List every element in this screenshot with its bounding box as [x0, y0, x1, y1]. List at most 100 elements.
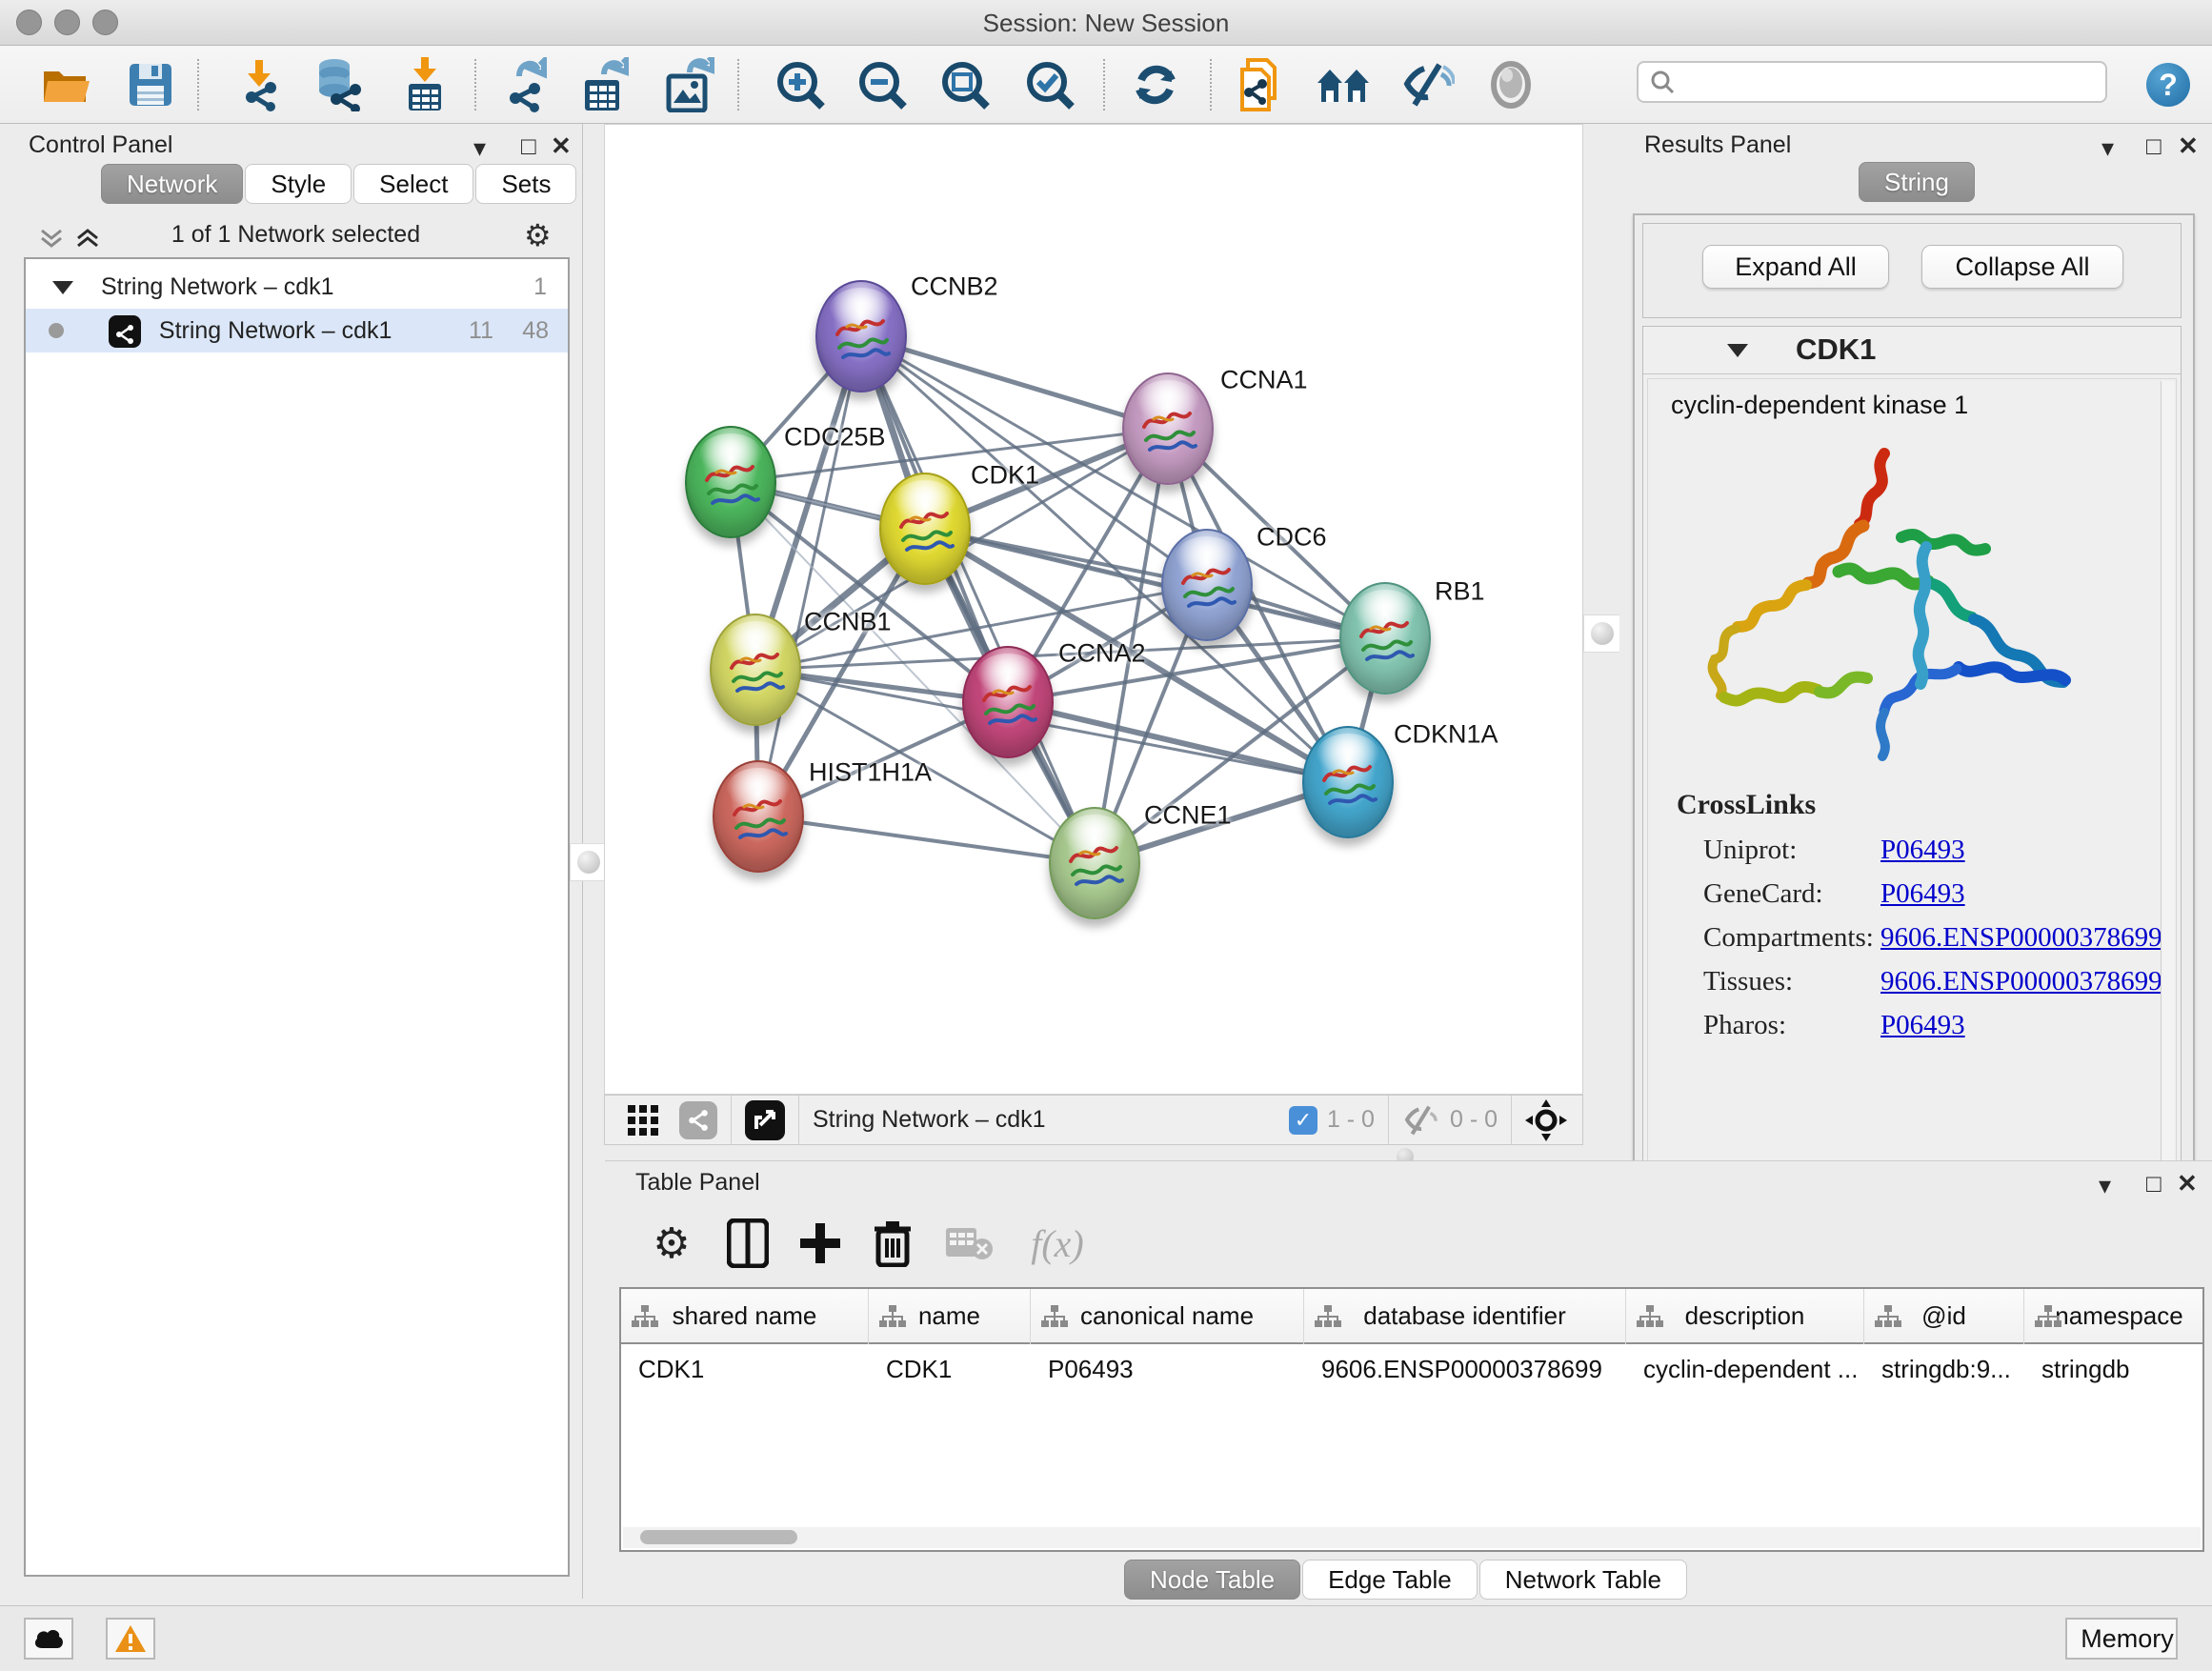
- column-header-shared-name[interactable]: shared name: [621, 1289, 869, 1344]
- tab-edge-table[interactable]: Edge Table: [1302, 1560, 1478, 1600]
- tab-select[interactable]: Select: [353, 164, 473, 204]
- node-CDKN1A[interactable]: [1302, 726, 1394, 838]
- birdseye-crosshair-icon[interactable]: [1525, 1099, 1567, 1141]
- export-network-button[interactable]: [495, 55, 554, 114]
- cell-@id[interactable]: stringdb:9...: [1864, 1344, 2024, 1394]
- network-collection-row[interactable]: String Network – cdk1 1: [26, 265, 568, 309]
- save-session-button[interactable]: [121, 55, 180, 114]
- float-panel-icon[interactable]: □: [521, 131, 536, 161]
- crosslink-link[interactable]: P06493: [1880, 835, 1965, 866]
- delete-table-icon[interactable]: [940, 1215, 997, 1272]
- crosslink-link[interactable]: 9606.ENSP00000378699: [1880, 922, 2162, 954]
- open-in-window-icon[interactable]: [745, 1100, 785, 1140]
- crosslink-link[interactable]: P06493: [1880, 878, 1965, 910]
- crosslink-link[interactable]: P06493: [1880, 1010, 1965, 1041]
- collapse-panel-icon[interactable]: ▾: [2099, 1171, 2111, 1200]
- node-CCNB2[interactable]: [815, 280, 907, 393]
- node-RB1[interactable]: [1339, 582, 1431, 695]
- close-panel-icon[interactable]: ✕: [2177, 1169, 2198, 1198]
- open-session-button[interactable]: [37, 55, 96, 114]
- column-header-canonical-name[interactable]: canonical name: [1031, 1289, 1304, 1344]
- string-view-icon[interactable]: [679, 1101, 717, 1139]
- float-panel-icon[interactable]: □: [2146, 1169, 2162, 1198]
- collapse-panel-icon[interactable]: ▾: [2101, 133, 2114, 163]
- duplicate-network-button[interactable]: [1230, 55, 1289, 114]
- column-header-name[interactable]: name: [869, 1289, 1031, 1344]
- zoom-selected-button[interactable]: [1020, 55, 1079, 114]
- tab-network[interactable]: Network: [101, 164, 243, 204]
- string-results-box: Expand All Collapse All CDK1 cyclin-depe…: [1633, 213, 2195, 1227]
- export-table-button[interactable]: [575, 55, 634, 114]
- tab-node-table[interactable]: Node Table: [1124, 1560, 1300, 1600]
- right-splitter-handle[interactable]: [1583, 614, 1621, 653]
- network-row-selected[interactable]: String Network – cdk1 11 48: [26, 309, 568, 352]
- zoom-out-button[interactable]: [853, 55, 912, 114]
- float-panel-icon[interactable]: □: [2146, 131, 2162, 161]
- cell-shared-name[interactable]: CDK1: [621, 1344, 869, 1394]
- tab-network-table[interactable]: Network Table: [1479, 1560, 1687, 1600]
- table-hscrollbar[interactable]: [623, 1527, 2201, 1548]
- close-panel-icon[interactable]: ✕: [2178, 131, 2199, 161]
- node-CCNB1[interactable]: [710, 614, 801, 726]
- show-all-button[interactable]: [1481, 55, 1540, 114]
- results-scrollbar[interactable]: [2161, 381, 2174, 1198]
- import-table-icon: [403, 57, 447, 112]
- network-canvas[interactable]: CCNB2CCNA1CDC25BCDK1CDC6RB1CCNB1CCNA2CDK…: [604, 124, 1583, 1095]
- zoom-in-button[interactable]: [771, 55, 830, 114]
- node-HIST1H1A[interactable]: [713, 760, 804, 873]
- memory-button[interactable]: Memory: [2065, 1618, 2178, 1660]
- column-header-description[interactable]: description: [1626, 1289, 1864, 1344]
- export-image-button[interactable]: [660, 55, 719, 114]
- node-CDC6[interactable]: [1161, 529, 1253, 641]
- collapse-panel-icon[interactable]: ▾: [473, 133, 486, 163]
- cell-description[interactable]: cyclin-dependent ...: [1626, 1344, 1864, 1394]
- first-neighbors-button[interactable]: [1315, 55, 1374, 114]
- zoom-fit-button[interactable]: [935, 55, 995, 114]
- node-CCNE1[interactable]: [1049, 807, 1140, 919]
- show-columns-icon[interactable]: [719, 1215, 776, 1272]
- node-CCNA1[interactable]: [1122, 372, 1214, 485]
- crosslink-link[interactable]: 9606.ENSP00000378699: [1880, 966, 2162, 997]
- add-column-icon[interactable]: [792, 1215, 849, 1272]
- warning-button[interactable]: [106, 1618, 155, 1660]
- import-network-from-database-button[interactable]: [308, 55, 367, 114]
- search-input[interactable]: [1684, 65, 2105, 99]
- delete-column-trash-icon[interactable]: [864, 1215, 921, 1272]
- cell-database-identifier[interactable]: 9606.ENSP00000378699: [1304, 1344, 1626, 1394]
- function-builder-icon[interactable]: f(x): [1015, 1215, 1100, 1272]
- network-label: String Network – cdk1: [159, 317, 392, 344]
- edge-CCNB2-CCNA1[interactable]: [861, 336, 1168, 429]
- cell-namespace[interactable]: stringdb: [2024, 1344, 2204, 1394]
- node-CCNA2[interactable]: [962, 646, 1054, 758]
- node-label-CDK1: CDK1: [971, 461, 1039, 491]
- cdk1-section-header[interactable]: CDK1: [1643, 327, 2181, 374]
- tab-sets[interactable]: Sets: [475, 164, 576, 204]
- table-row[interactable]: CDK1CDK1P064939606.ENSP00000378699cyclin…: [621, 1344, 2204, 1394]
- node-CDK1[interactable]: [879, 473, 971, 585]
- column-header-database-identifier[interactable]: database identifier: [1304, 1289, 1626, 1344]
- titlebar: Session: New Session: [0, 0, 2212, 46]
- cloud-button[interactable]: [24, 1618, 73, 1660]
- cell-name[interactable]: CDK1: [869, 1344, 1031, 1394]
- cell-canonical-name[interactable]: P06493: [1031, 1344, 1304, 1394]
- import-table-button[interactable]: [395, 55, 454, 114]
- table-settings-gear-icon[interactable]: ⚙: [643, 1215, 700, 1272]
- gear-icon[interactable]: ⚙: [524, 217, 552, 253]
- node-CDC25B[interactable]: [685, 426, 776, 538]
- hide-selected-button[interactable]: [1398, 55, 1458, 114]
- tab-string[interactable]: String: [1859, 162, 1975, 202]
- refresh-button[interactable]: [1126, 55, 1185, 114]
- selected-checkbox-icon[interactable]: ✓: [1289, 1106, 1317, 1135]
- left-splitter-handle[interactable]: [570, 843, 608, 881]
- tab-style[interactable]: Style: [245, 164, 352, 204]
- help-button[interactable]: ?: [2139, 55, 2198, 114]
- edge-CCNB2-HIST1H1A[interactable]: [758, 336, 861, 816]
- import-network-file-button[interactable]: [229, 55, 288, 114]
- close-panel-icon[interactable]: ✕: [551, 131, 572, 161]
- grid-view-icon[interactable]: [626, 1103, 660, 1137]
- expand-all-button[interactable]: Expand All: [1702, 245, 1889, 289]
- column-header-@id[interactable]: @id: [1864, 1289, 2024, 1344]
- column-header-namespace[interactable]: namespace: [2024, 1289, 2204, 1344]
- collapse-all-button[interactable]: Collapse All: [1921, 245, 2123, 289]
- edge-HIST1H1A-CCNE1[interactable]: [758, 816, 1095, 863]
